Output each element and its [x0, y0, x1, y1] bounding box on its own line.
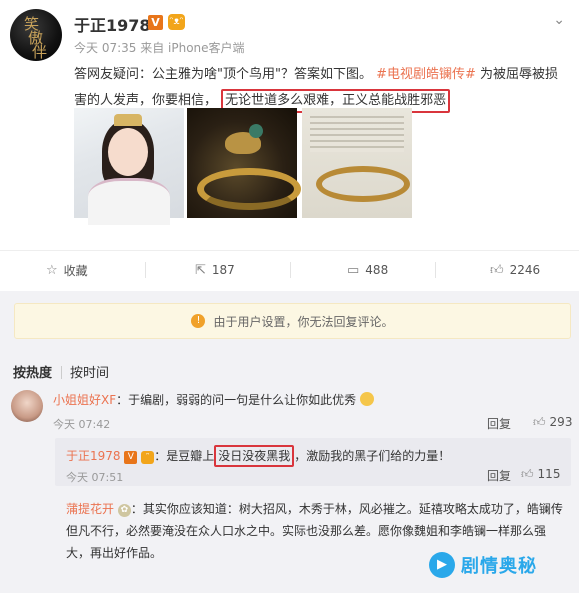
- sub-reply-text: 于正1978 V ᵔ ：是豆瓣上 没日没夜黑我 ，激励我的黑子们给的力量！: [66, 445, 566, 467]
- comment-body: ：于编剧，弱弱的问一句是什么让你如此优秀: [116, 393, 357, 407]
- level-badge-icon: ✿: [117, 504, 131, 517]
- reply-restricted-notice: ! 由于用户设置，你无法回复评论。: [14, 303, 571, 339]
- sub-reply-time: 今天 07:51: [66, 471, 124, 484]
- favorite-label: 收藏: [63, 263, 88, 278]
- chevron-down-icon[interactable]: ⌄: [553, 12, 565, 28]
- comment-text: 小姐姐好XF：于编剧，弱弱的问一句是什么让你如此优秀: [53, 391, 473, 408]
- like-count: 2246: [509, 263, 541, 277]
- sort-separator: [61, 366, 62, 379]
- repost-button[interactable]: ⇱ 187: [195, 257, 235, 283]
- action-separator: [145, 262, 146, 278]
- thumbs-up-icon: 👍︎: [490, 262, 504, 278]
- commenter-name[interactable]: 小姐姐好XF: [53, 393, 116, 407]
- sub-reply-like-button[interactable]: 👍︎ 115: [521, 467, 560, 482]
- avatar-char-3: 伴: [32, 43, 48, 61]
- repost-icon: ⇱: [195, 262, 206, 278]
- fan-badge-icon: ᵔᴥᵔ: [168, 14, 185, 30]
- thumbs-up-icon: 👍︎: [533, 415, 546, 429]
- reply-button[interactable]: 回复: [487, 467, 511, 484]
- divider: [0, 250, 579, 251]
- comment-time: 今天 07:42: [53, 418, 111, 431]
- emoji-icon: [359, 392, 374, 406]
- image-crown-shape: [114, 114, 142, 126]
- star-icon: ☆: [46, 262, 58, 278]
- comment-count: 488: [365, 263, 389, 277]
- comment-like-button[interactable]: 👍︎ 293: [533, 415, 572, 430]
- post-text: 答网友疑问：公主雅为啥"顶个鸟用"？答案如下图。 #电视剧皓镧传# 为被屈辱被损…: [74, 62, 569, 114]
- watermark-text: 剧情奥秘: [461, 556, 537, 577]
- sort-by-hot[interactable]: 按热度: [13, 362, 52, 381]
- comment-button[interactable]: ▭ 488: [347, 257, 388, 283]
- comment-icon: ▭: [347, 262, 360, 278]
- post-image-princess[interactable]: [74, 108, 184, 225]
- verified-v-icon: V: [148, 15, 163, 30]
- post-text-part-1: 答网友疑问：公主雅为啥"顶个鸟用"？答案如下图。: [74, 67, 372, 82]
- image-face-shape: [108, 128, 148, 176]
- like-button[interactable]: 👍︎ 2246: [490, 257, 540, 283]
- comment-like-count: 293: [549, 415, 573, 429]
- repost-count: 187: [211, 263, 235, 277]
- thumbs-up-icon: 👍︎: [521, 467, 534, 481]
- image-gold-band-shape: [197, 168, 301, 210]
- verified-v-icon: V: [124, 451, 138, 464]
- fan-badge-icon: ᵔ: [141, 451, 155, 464]
- reply-button[interactable]: 回复: [487, 415, 511, 432]
- post-hashtag[interactable]: #电视剧皓镧传#: [376, 67, 476, 82]
- post-image-gold-bird[interactable]: [187, 108, 301, 218]
- sub-reply-part-2: ，激励我的黑子们给的力量！: [294, 449, 451, 463]
- post-time-source: 今天 07:35 来自 iPhone客户端: [74, 41, 245, 55]
- post-image-book[interactable]: [302, 108, 412, 218]
- sub-reply-part-1: ：是豆瓣上: [154, 449, 215, 463]
- action-separator: [290, 262, 291, 278]
- favorite-button[interactable]: ☆ 收藏: [46, 257, 88, 283]
- commenter-avatar[interactable]: [11, 390, 43, 422]
- commenter-2-name[interactable]: 蒲提花开: [66, 502, 114, 516]
- warning-icon: !: [191, 314, 206, 328]
- sub-reply-highlight: 没日没夜黑我: [214, 445, 295, 467]
- action-separator: [435, 262, 436, 278]
- sort-by-time[interactable]: 按时间: [70, 362, 109, 381]
- play-logo-icon: ▶: [429, 552, 455, 578]
- author-avatar[interactable]: 笑 傲 伴: [10, 9, 62, 61]
- image-robe-shape: [88, 178, 170, 225]
- notice-text: 由于用户设置，你无法回复评论。: [213, 314, 394, 329]
- sub-reply-author[interactable]: 于正1978: [66, 449, 121, 463]
- author-name[interactable]: 于正1978: [74, 12, 151, 36]
- watermark: ▶ 剧情奥秘: [429, 548, 537, 582]
- image-artifact-band-shape: [316, 166, 410, 202]
- image-book-text-shape: [310, 116, 404, 152]
- image-bird-head-shape: [249, 124, 263, 138]
- sub-reply-like-count: 115: [537, 467, 561, 481]
